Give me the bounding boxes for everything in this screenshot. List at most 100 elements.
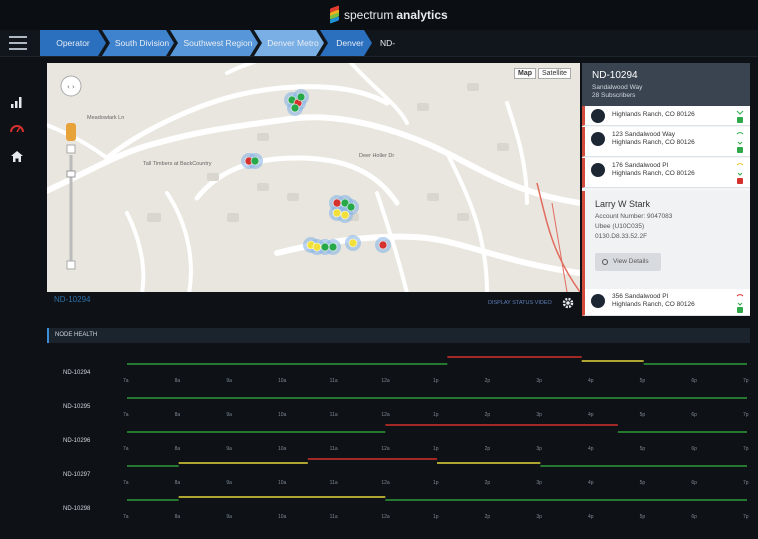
sidebar [0, 57, 34, 539]
avatar [591, 109, 605, 123]
avatar [591, 132, 605, 146]
avatar [591, 163, 605, 177]
view-details-button[interactable]: View Details [595, 253, 661, 271]
panel-header: ND-10294 Sandalwood Way 28 Subscribers [582, 63, 750, 106]
x-tick-label: 1p [433, 378, 439, 384]
node-marker[interactable] [328, 242, 338, 252]
x-tick-label: 9a [226, 378, 232, 384]
x-tick-label: 7a [123, 378, 129, 384]
node-marker[interactable] [290, 103, 300, 113]
node-marker[interactable] [332, 198, 342, 208]
node-health-row-label: ND-10295 [63, 404, 91, 410]
x-tick-label: 6p [691, 446, 697, 452]
selected-node-label: ND-10294 [54, 295, 91, 304]
subscriber-row[interactable]: 356 Sandalwood Pl Highlands Ranch, CO 80… [582, 289, 750, 316]
subscriber-row[interactable]: 176 Sandalwood Pl Highlands Ranch, CO 80… [582, 158, 750, 188]
node-health-row-label: ND-10296 [63, 438, 91, 444]
x-tick-label: 7a [123, 446, 129, 452]
breadcrumb-item[interactable]: Southwest Region [170, 30, 258, 56]
x-tick-label: 7a [123, 514, 129, 520]
x-tick-label: 6p [691, 480, 697, 486]
node-marker[interactable] [320, 242, 330, 252]
map-canvas: ‹ › [47, 63, 580, 292]
subscriber-street: 123 Sandalwood Way [612, 131, 675, 138]
node-marker[interactable] [348, 238, 358, 248]
node-marker[interactable] [296, 92, 306, 102]
node-marker[interactable] [312, 242, 322, 252]
x-tick-label: 12a [381, 378, 390, 384]
x-tick-label: 8a [175, 480, 181, 486]
node-health-row-label: ND-10298 [63, 506, 91, 512]
x-tick-label: 4p [588, 514, 594, 520]
node-marker[interactable] [378, 240, 388, 250]
x-tick-label: 8a [175, 412, 181, 418]
x-tick-label: 7p [743, 446, 749, 452]
display-status-video-link[interactable]: DISPLAY STATUS VIDEO [488, 300, 552, 306]
node-marker[interactable] [250, 156, 260, 166]
node-marker[interactable] [340, 210, 350, 220]
x-tick-label: 6p [691, 514, 697, 520]
hamburger-menu-icon[interactable] [9, 36, 27, 50]
avatar [591, 294, 605, 308]
speedometer-icon[interactable] [0, 117, 34, 139]
x-tick-label: 9a [226, 412, 232, 418]
breadcrumb-item[interactable]: Denver [320, 30, 372, 56]
node-marker[interactable] [346, 202, 356, 212]
x-tick-label: 3p [536, 514, 542, 520]
x-tick-label: 1p [433, 480, 439, 486]
bar-chart-icon[interactable] [0, 91, 34, 113]
place-label: Tall Timbers at BackCountry [143, 161, 212, 167]
x-tick-label: 10a [278, 514, 287, 520]
x-tick-label: 1p [433, 446, 439, 452]
spectrum-logo-icon [330, 5, 339, 24]
subscriber-address: Highlands Ranch, CO 80126 [612, 111, 695, 118]
x-tick-label: 4p [588, 412, 594, 418]
subscriber-address: Highlands Ranch, CO 80126 [612, 170, 695, 177]
x-tick-label: 2p [485, 412, 491, 418]
node-health-row-label: ND-10294 [63, 370, 91, 376]
x-tick-label: 12a [381, 480, 390, 486]
x-tick-label: 7p [743, 378, 749, 384]
subscriber-address: Highlands Ranch, CO 80126 [612, 301, 695, 308]
x-tick-label: 6p [691, 412, 697, 418]
x-tick-label: 7p [743, 480, 749, 486]
x-tick-label: 8a [175, 514, 181, 520]
subscriber-name: Larry W Stark [595, 199, 651, 209]
x-tick-label: 5p [640, 514, 646, 520]
x-tick-label: 10a [278, 378, 287, 384]
view-details-label: View Details [613, 258, 649, 265]
x-tick-label: 11a [330, 412, 338, 418]
subscriber-row[interactable]: 123 Sandalwood Way Highlands Ranch, CO 8… [582, 127, 750, 157]
subscriber-row[interactable]: Highlands Ranch, CO 80126 [582, 106, 750, 126]
x-tick-label: 12a [381, 412, 390, 418]
subscriber-address: Highlands Ranch, CO 80126 [612, 139, 695, 146]
x-tick-label: 7p [743, 514, 749, 520]
home-icon[interactable] [0, 145, 34, 167]
x-tick-label: 2p [485, 480, 491, 486]
x-tick-label: 10a [278, 446, 287, 452]
x-tick-label: 4p [588, 446, 594, 452]
breadcrumb-item[interactable]: South Division [102, 30, 174, 56]
status-icons [736, 292, 744, 319]
map-type-map-button[interactable]: Map [514, 68, 536, 79]
gear-icon[interactable] [562, 296, 574, 309]
x-tick-label: 7a [123, 412, 129, 418]
mac-address: 0130.D8.33.52.2F [595, 233, 648, 240]
x-tick-label: 10a [278, 480, 287, 486]
x-tick-label: 11a [330, 378, 338, 384]
breadcrumb-item[interactable]: Denver Metro [254, 30, 324, 56]
x-tick-label: 3p [536, 480, 542, 486]
x-tick-label: 8a [175, 446, 181, 452]
subscriber-street: 356 Sandalwood Pl [612, 293, 669, 300]
x-tick-label: 7p [743, 412, 749, 418]
x-tick-label: 8a [175, 378, 181, 384]
map-type-satellite-button[interactable]: Satellite [538, 68, 571, 79]
search-icon [602, 259, 608, 265]
subscriber-panel: ND-10294 Sandalwood Way 28 Subscribers H… [582, 63, 750, 315]
breadcrumb-item[interactable]: Operator [40, 30, 106, 56]
map-view[interactable]: ‹ › Map Satellite Tall Timbers at BackCo… [47, 63, 580, 292]
street-label: Meadowlark Ln [87, 115, 125, 121]
node-health-header: NODE HEALTH [47, 328, 750, 343]
node-marker[interactable] [332, 208, 342, 218]
x-tick-label: 4p [588, 480, 594, 486]
